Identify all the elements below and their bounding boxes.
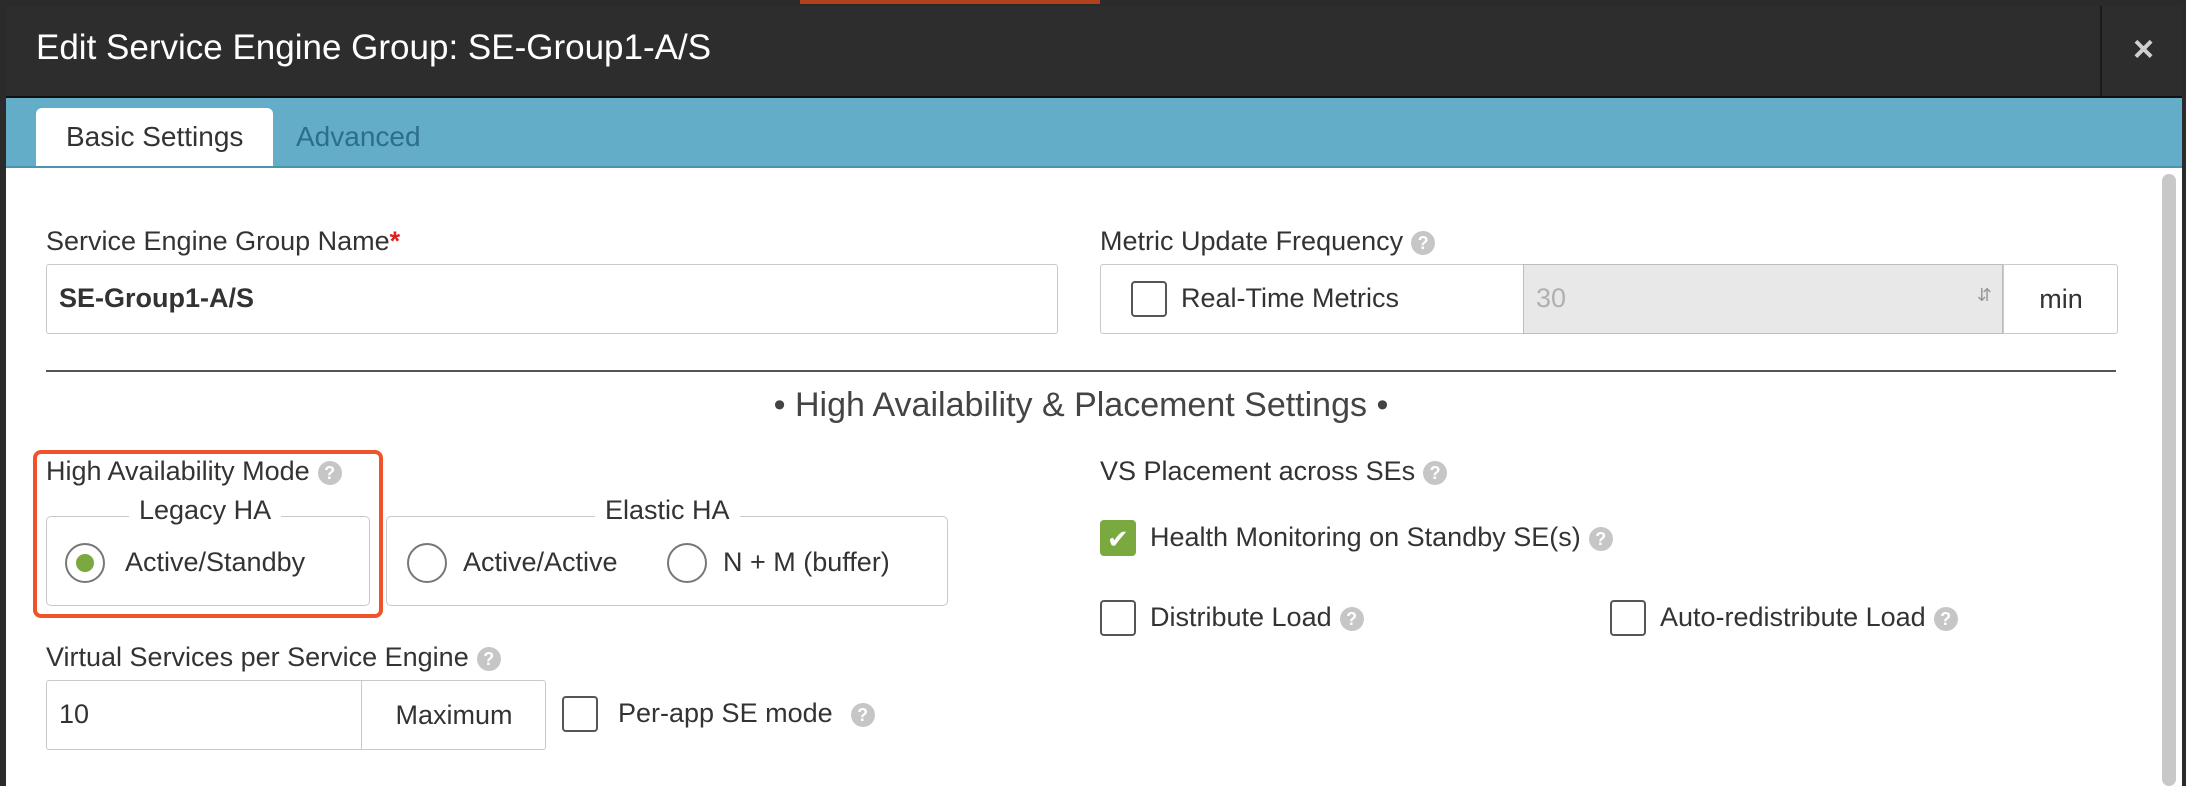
updown-spinner-icon[interactable]: ⇵ bbox=[1977, 285, 1992, 306]
section-divider bbox=[46, 370, 2116, 372]
n-plus-m-label: N + M (buffer) bbox=[723, 547, 890, 577]
active-active-label: Active/Active bbox=[463, 547, 618, 577]
app-background: Edit Service Engine Group: SE-Group1-A/S… bbox=[0, 0, 2186, 786]
vs-placement-label-text: VS Placement across SEs bbox=[1100, 456, 1416, 486]
header-divider bbox=[2100, 6, 2102, 96]
vs-placement-label: VS Placement across SEs? bbox=[1100, 456, 1448, 487]
vs-per-se-value[interactable]: 10 bbox=[59, 699, 89, 730]
metric-update-group: Real-Time Metrics 30 ⇵ min bbox=[1100, 264, 2118, 334]
metric-unit-label: min bbox=[2003, 265, 2118, 333]
ha-mode-highlight-box bbox=[33, 450, 383, 618]
scrollbar-thumb[interactable] bbox=[2162, 174, 2176, 786]
health-monitoring-label: Health Monitoring on Standby SE(s)? bbox=[1150, 522, 1613, 553]
vs-per-se-label: Virtual Services per Service Engine? bbox=[46, 642, 501, 673]
se-group-name-label-text: Service Engine Group Name bbox=[46, 226, 390, 256]
auto-redistribute-label: Auto-redistribute Load? bbox=[1660, 602, 1958, 633]
question-circle-icon[interactable]: ? bbox=[1933, 606, 1958, 631]
realtime-metrics-label: Real-Time Metrics bbox=[1181, 283, 1400, 313]
modal-content: Service Engine Group Name* SE-Group1-A/S… bbox=[6, 168, 2156, 786]
close-icon[interactable]: × bbox=[2133, 28, 2154, 70]
question-circle-icon[interactable]: ? bbox=[1423, 460, 1448, 485]
realtime-metrics-checkbox[interactable] bbox=[1131, 281, 1167, 317]
vertical-scrollbar[interactable] bbox=[2162, 174, 2176, 786]
distribute-load-checkbox[interactable] bbox=[1100, 600, 1136, 636]
elastic-ha-group: Elastic HA Active/Active N + M (buffer) bbox=[386, 495, 948, 606]
question-circle-icon[interactable]: ? bbox=[1588, 526, 1613, 551]
auto-redistribute-label-text: Auto-redistribute Load bbox=[1660, 602, 1926, 632]
vs-per-se-suffix: Maximum bbox=[361, 681, 546, 749]
metric-update-label-text: Metric Update Frequency bbox=[1100, 226, 1404, 256]
question-circle-icon[interactable]: ? bbox=[1411, 230, 1436, 255]
distribute-load-label: Distribute Load? bbox=[1150, 602, 1364, 633]
se-group-name-value: SE-Group1-A/S bbox=[59, 283, 255, 313]
health-monitoring-checkbox[interactable] bbox=[1100, 520, 1136, 556]
radio-n-plus-m[interactable] bbox=[667, 543, 707, 583]
se-group-name-input[interactable]: SE-Group1-A/S bbox=[46, 264, 1058, 334]
auto-redistribute-checkbox[interactable] bbox=[1610, 600, 1646, 636]
tab-bar: Basic Settings Advanced bbox=[6, 98, 2182, 168]
required-marker: * bbox=[389, 226, 401, 256]
question-circle-icon[interactable]: ? bbox=[850, 702, 875, 727]
modal-header: Edit Service Engine Group: SE-Group1-A/S… bbox=[6, 6, 2182, 98]
modal-title: Edit Service Engine Group: SE-Group1-A/S bbox=[36, 28, 712, 67]
vs-per-se-label-text: Virtual Services per Service Engine bbox=[46, 642, 469, 672]
metric-frequency-input[interactable]: 30 ⇵ bbox=[1523, 264, 2003, 334]
per-app-se-mode-label: Per-app SE mode? bbox=[618, 698, 875, 729]
question-circle-icon[interactable]: ? bbox=[476, 646, 501, 671]
metric-update-label: Metric Update Frequency? bbox=[1100, 226, 1436, 257]
background-accent-strip bbox=[800, 0, 1100, 4]
tab-basic-settings[interactable]: Basic Settings bbox=[36, 108, 274, 166]
distribute-load-label-text: Distribute Load bbox=[1150, 602, 1332, 632]
vs-per-se-group: 10 Maximum bbox=[46, 680, 546, 750]
se-group-name-label: Service Engine Group Name* bbox=[46, 226, 400, 257]
elastic-ha-legend: Elastic HA bbox=[595, 495, 740, 526]
health-monitoring-label-text: Health Monitoring on Standby SE(s) bbox=[1150, 522, 1581, 552]
per-app-se-mode-label-text: Per-app SE mode bbox=[618, 698, 833, 728]
edit-se-group-modal: Edit Service Engine Group: SE-Group1-A/S… bbox=[6, 6, 2182, 786]
tab-advanced[interactable]: Advanced bbox=[266, 108, 451, 166]
per-app-se-mode-checkbox[interactable] bbox=[562, 696, 598, 732]
radio-active-active[interactable] bbox=[407, 543, 447, 583]
ha-placement-section-title: • High Availability & Placement Settings… bbox=[773, 386, 1389, 424]
question-circle-icon[interactable]: ? bbox=[1339, 606, 1364, 631]
metric-frequency-value: 30 bbox=[1536, 283, 1567, 313]
